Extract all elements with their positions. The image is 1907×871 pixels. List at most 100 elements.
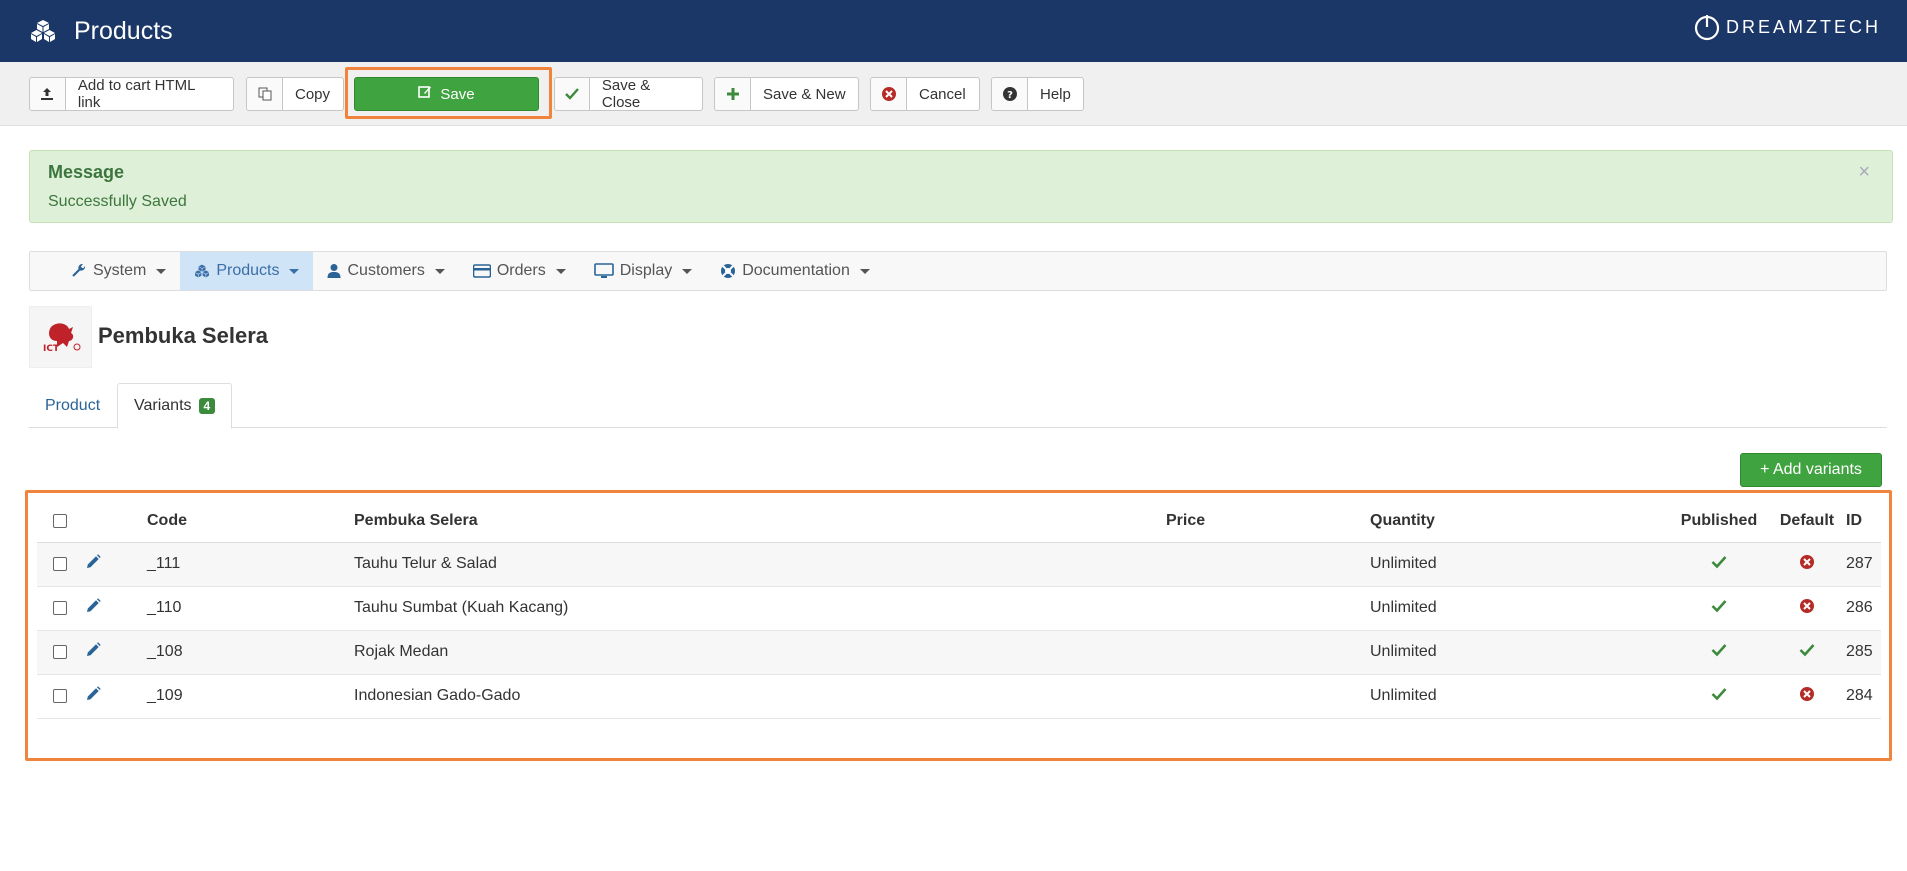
question-circle-icon: ? xyxy=(992,78,1028,110)
column-header-quantity[interactable]: Quantity xyxy=(1370,500,1670,543)
cell-name: Indonesian Gado-Gado xyxy=(354,674,1166,719)
plus-icon xyxy=(715,78,751,110)
brand-logo: DREAMZTECH xyxy=(1692,12,1881,42)
table-row: _108 Rojak Medan Unlimited 285 xyxy=(37,630,1881,675)
edit-pencil-icon[interactable] xyxy=(85,597,101,618)
published-check-icon[interactable] xyxy=(1711,643,1727,661)
app-header: Products DREAMZTECH xyxy=(0,0,1907,62)
chevron-down-icon xyxy=(156,268,167,274)
nav-item-system[interactable]: System xyxy=(57,252,180,290)
success-message: Message Successfully Saved × xyxy=(29,150,1893,223)
published-check-icon[interactable] xyxy=(1711,687,1727,705)
column-header-default[interactable]: Default xyxy=(1768,500,1846,543)
table-padding-row xyxy=(37,718,1881,754)
cell-code: _110 xyxy=(147,586,354,631)
table-row: _111 Tauhu Telur & Salad Unlimited 287 xyxy=(37,542,1881,587)
edit-pencil-icon[interactable] xyxy=(85,641,101,662)
column-header-code[interactable]: Code xyxy=(147,500,354,543)
cell-price xyxy=(1166,542,1370,587)
cell-quantity: Unlimited xyxy=(1370,630,1670,675)
row-checkbox[interactable] xyxy=(53,556,67,571)
chevron-down-icon xyxy=(682,268,693,274)
cancel-button[interactable]: Cancel xyxy=(870,77,980,111)
row-checkbox[interactable] xyxy=(53,644,67,659)
cell-price xyxy=(1166,674,1370,719)
cell-id: 286 xyxy=(1846,586,1881,631)
main-nav: System Products Customers Orders Display… xyxy=(29,251,1887,291)
nav-item-display[interactable]: Display xyxy=(580,252,706,290)
not-default-x-icon[interactable] xyxy=(1799,598,1815,618)
help-button[interactable]: ? Help xyxy=(991,77,1084,111)
cell-code: _111 xyxy=(147,542,354,587)
message-text: Successfully Saved xyxy=(48,193,187,210)
check-icon xyxy=(555,78,590,110)
cancel-circle-icon xyxy=(871,78,907,110)
published-check-icon[interactable] xyxy=(1711,555,1727,573)
add-variants-button[interactable]: + Add variants xyxy=(1740,453,1882,487)
default-check-icon[interactable] xyxy=(1799,643,1815,661)
copy-button[interactable]: Copy xyxy=(246,77,344,111)
cubes-icon xyxy=(27,15,59,47)
tab-bar: Product Variants 4 xyxy=(29,383,1887,429)
chevron-down-icon xyxy=(555,268,566,274)
nav-item-products[interactable]: Products xyxy=(180,252,314,290)
edit-pencil-icon[interactable] xyxy=(85,553,101,574)
nav-item-customers[interactable]: Customers xyxy=(313,252,458,290)
cell-code: _109 xyxy=(147,674,354,719)
cell-id: 284 xyxy=(1846,674,1881,719)
product-thumbnail: ICT xyxy=(29,306,92,368)
wrench-icon xyxy=(72,263,86,277)
column-header-id[interactable]: ID xyxy=(1846,500,1881,543)
svg-text:ICT: ICT xyxy=(43,344,60,354)
cell-name: Tauhu Telur & Salad xyxy=(354,542,1166,587)
cell-price xyxy=(1166,586,1370,631)
column-header-published[interactable]: Published xyxy=(1670,500,1768,543)
close-icon[interactable]: × xyxy=(1858,161,1870,184)
svg-text:?: ? xyxy=(1007,90,1013,101)
tab-product[interactable]: Product xyxy=(29,383,116,428)
copy-icon xyxy=(247,78,283,110)
monitor-icon xyxy=(593,263,614,278)
save-new-button[interactable]: Save & New xyxy=(714,77,859,111)
not-default-x-icon[interactable] xyxy=(1799,686,1815,706)
product-name: Pembuka Selera xyxy=(98,323,268,348)
row-checkbox[interactable] xyxy=(53,688,67,703)
edit-pencil-icon[interactable] xyxy=(85,685,101,706)
published-check-icon[interactable] xyxy=(1711,599,1727,617)
cell-id: 285 xyxy=(1846,630,1881,675)
column-header-price[interactable]: Price xyxy=(1166,500,1370,543)
cell-code: _108 xyxy=(147,630,354,675)
table-row: _110 Tauhu Sumbat (Kuah Kacang) Unlimited 2… xyxy=(37,586,1881,631)
save-close-button[interactable]: Save & Close xyxy=(554,77,703,111)
nav-item-orders[interactable]: Orders xyxy=(459,252,580,290)
nav-item-documentation[interactable]: Documentation xyxy=(706,252,884,290)
row-checkbox[interactable] xyxy=(53,600,67,615)
brand-name: DREAMZTECH xyxy=(1726,16,1881,37)
upload-icon xyxy=(30,78,66,110)
column-header-name[interactable]: Pembuka Selera xyxy=(354,500,1166,543)
table-header-row: Code Pembuka Selera Price Quantity Publi… xyxy=(37,500,1881,543)
not-default-x-icon[interactable] xyxy=(1799,554,1815,574)
save-highlight-box xyxy=(345,67,552,119)
credit-card-icon xyxy=(472,264,491,278)
variants-table: Code Pembuka Selera Price Quantity Publi… xyxy=(37,500,1881,754)
cell-name: Tauhu Sumbat (Kuah Kacang) xyxy=(354,586,1166,631)
cell-id: 287 xyxy=(1846,542,1881,587)
power-icon xyxy=(1694,15,1720,41)
lifebuoy-icon xyxy=(721,264,736,278)
user-icon xyxy=(327,264,341,278)
select-all-checkbox[interactable] xyxy=(53,513,67,528)
cell-quantity: Unlimited xyxy=(1370,586,1670,631)
add-to-cart-html-link-button[interactable]: Add to cart HTML link xyxy=(29,77,234,111)
cubes-icon xyxy=(195,264,210,278)
cell-price xyxy=(1166,630,1370,675)
table-row: _109 Indonesian Gado-Gado Unlimited 284 xyxy=(37,674,1881,719)
cell-name: Rojak Medan xyxy=(354,630,1166,675)
toolbar: Add to cart HTML link Copy Save Save & C… xyxy=(0,62,1907,126)
chevron-down-icon xyxy=(859,268,870,274)
chevron-down-icon xyxy=(434,268,445,274)
variants-count-badge: 4 xyxy=(198,398,216,414)
cell-quantity: Unlimited xyxy=(1370,674,1670,719)
chevron-down-icon xyxy=(289,268,300,274)
tab-variants[interactable]: Variants 4 xyxy=(117,383,233,429)
